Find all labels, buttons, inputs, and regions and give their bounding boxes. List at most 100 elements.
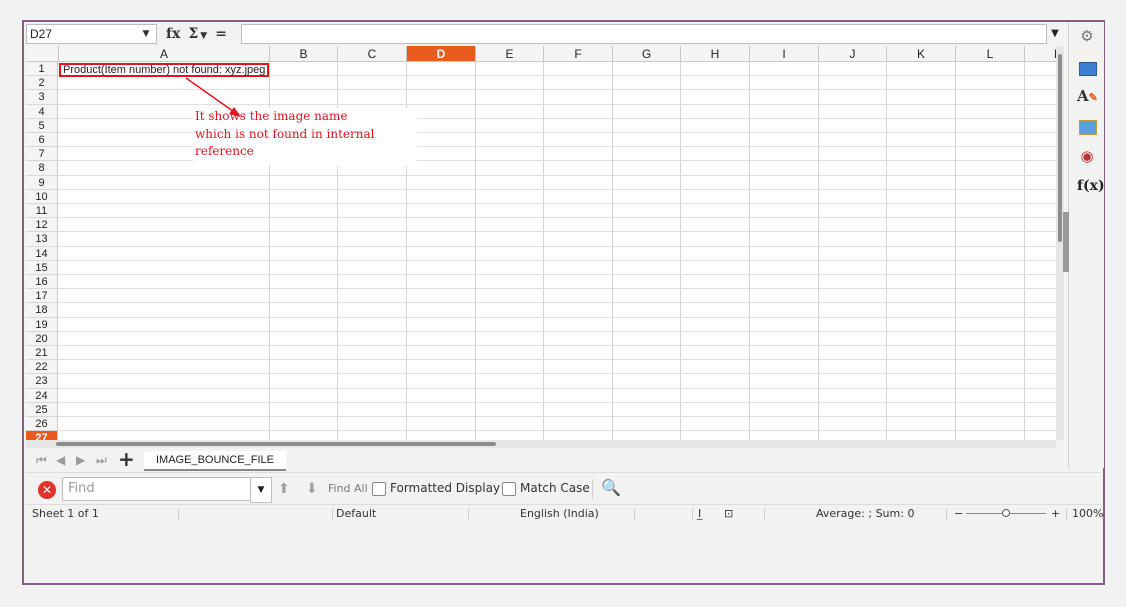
gridline <box>58 245 1056 247</box>
gridline <box>58 373 1056 375</box>
column-header-d[interactable]: D <box>407 46 476 62</box>
insert-mode-icon[interactable]: I̲ <box>698 505 701 523</box>
row-header-14[interactable]: 14 <box>26 246 58 261</box>
row-header-4[interactable]: 4 <box>26 104 58 119</box>
divider <box>468 508 469 520</box>
cell-a1[interactable]: Product(Item number) not found: xyz.jpeg <box>59 63 269 77</box>
formula-input[interactable] <box>241 24 1047 44</box>
spreadsheet-grid[interactable]: ABCDEFGHIJKLM123456789101112131415161718… <box>26 46 1056 440</box>
sum-dropdown-icon[interactable]: ▼ <box>200 31 207 41</box>
zoom-slider-knob[interactable] <box>1002 509 1010 517</box>
annotation-line: which is not found in internal <box>195 126 375 141</box>
scroll-thumb[interactable] <box>1058 54 1062 242</box>
column-header-i[interactable]: I <box>750 46 819 62</box>
row-header-15[interactable]: 15 <box>26 260 58 275</box>
chevron-down-icon[interactable]: ▼ <box>138 24 154 44</box>
zoom-in-icon[interactable]: + <box>1051 505 1060 523</box>
row-header-11[interactable]: 11 <box>26 204 58 219</box>
column-header-c[interactable]: C <box>338 46 407 62</box>
gridline <box>58 188 1056 190</box>
row-header-5[interactable]: 5 <box>26 118 58 133</box>
row-header-3[interactable]: 3 <box>26 90 58 105</box>
function-wizard-icon[interactable]: fx <box>166 26 180 42</box>
column-header-l[interactable]: L <box>956 46 1025 62</box>
annotation-line: reference <box>195 144 254 158</box>
match-case-label[interactable]: Match Case <box>520 481 590 495</box>
gear-icon[interactable]: ⚙ <box>1077 26 1097 46</box>
scroll-thumb[interactable] <box>56 442 496 446</box>
column-header-j[interactable]: J <box>819 46 887 62</box>
row-header-8[interactable]: 8 <box>26 161 58 176</box>
row-header-6[interactable]: 6 <box>26 133 58 148</box>
close-icon[interactable]: ✕ <box>38 481 56 499</box>
column-header-m[interactable]: M <box>1025 46 1056 62</box>
navigator-icon[interactable]: ◉ <box>1077 146 1097 166</box>
gallery-icon[interactable] <box>1077 116 1097 136</box>
column-header-b[interactable]: B <box>270 46 338 62</box>
row-header-23[interactable]: 23 <box>26 374 58 389</box>
annotation-arrow-icon <box>185 77 241 117</box>
row-header-20[interactable]: 20 <box>26 331 58 346</box>
row-header-7[interactable]: 7 <box>26 147 58 162</box>
prev-sheet-icon[interactable]: ◀ <box>56 450 65 470</box>
row-header-21[interactable]: 21 <box>26 346 58 361</box>
gridline <box>58 330 1056 332</box>
find-input[interactable]: Find <box>62 477 253 501</box>
add-sheet-icon[interactable]: + <box>118 448 135 470</box>
row-header-2[interactable]: 2 <box>26 76 58 91</box>
row-header-22[interactable]: 22 <box>26 360 58 375</box>
gridline <box>58 401 1056 403</box>
row-header-18[interactable]: 18 <box>26 303 58 318</box>
page-style[interactable]: Default <box>336 505 376 523</box>
language[interactable]: English (India) <box>520 505 599 523</box>
formatted-display-label[interactable]: Formatted Display <box>390 481 500 495</box>
gridline <box>58 359 1056 361</box>
selection-summary[interactable]: Average: ; Sum: 0 <box>816 505 914 523</box>
properties-icon[interactable] <box>1077 58 1097 78</box>
last-sheet-icon[interactable]: ⏭ <box>96 450 107 470</box>
styles-icon[interactable]: A✎ <box>1077 86 1098 106</box>
column-header-f[interactable]: F <box>544 46 613 62</box>
tab-image-bounce-file[interactable]: IMAGE_BOUNCE_FILE <box>144 451 286 471</box>
match-case-checkbox[interactable] <box>502 482 516 496</box>
functions-icon[interactable]: f(x) <box>1077 176 1105 196</box>
find-previous-icon[interactable]: ⬆ <box>278 481 290 497</box>
row-header-9[interactable]: 9 <box>26 175 58 190</box>
gridline <box>58 387 1056 389</box>
row-header-12[interactable]: 12 <box>26 218 58 233</box>
selection-mode-icon[interactable]: ⊡ <box>724 505 733 523</box>
formatted-display-checkbox[interactable] <box>372 482 386 496</box>
column-header-e[interactable]: E <box>476 46 544 62</box>
first-sheet-icon[interactable]: ⏮ <box>36 450 47 470</box>
chevron-down-icon[interactable]: ▼ <box>250 477 272 503</box>
sum-icon[interactable]: Σ <box>188 26 198 42</box>
row-header-16[interactable]: 16 <box>26 275 58 290</box>
column-header-h[interactable]: H <box>681 46 750 62</box>
row-header-1[interactable]: 1 <box>26 62 58 77</box>
row-header-17[interactable]: 17 <box>26 289 58 304</box>
gridline <box>58 231 1056 233</box>
row-header-27[interactable]: 27 <box>26 431 58 440</box>
sidebar-collapse-handle[interactable] <box>1063 212 1069 272</box>
row-header-19[interactable]: 19 <box>26 317 58 332</box>
row-header-24[interactable]: 24 <box>26 388 58 403</box>
row-header-26[interactable]: 26 <box>26 417 58 432</box>
find-next-icon[interactable]: ⬇ <box>306 481 318 497</box>
row-header-13[interactable]: 13 <box>26 232 58 247</box>
horizontal-scrollbar[interactable] <box>26 440 1056 448</box>
row-header-25[interactable]: 25 <box>26 402 58 417</box>
column-header-a[interactable]: A <box>59 46 270 62</box>
column-header-g[interactable]: G <box>613 46 681 62</box>
expand-formula-icon[interactable]: ▼ <box>1046 24 1064 44</box>
zoom-level[interactable]: 100% <box>1072 505 1103 523</box>
formula-tools: fx Σ ▼ = <box>166 24 235 44</box>
column-header-k[interactable]: K <box>887 46 956 62</box>
next-sheet-icon[interactable]: ▶ <box>76 450 85 470</box>
zoom-out-icon[interactable]: − <box>954 505 963 523</box>
row-header-10[interactable]: 10 <box>26 189 58 204</box>
gridline <box>58 302 1056 304</box>
formula-icon[interactable]: = <box>215 26 227 42</box>
find-replace-icon[interactable]: 🔍 <box>601 478 621 497</box>
select-all-corner[interactable] <box>26 46 59 62</box>
find-all-button[interactable]: Find All <box>328 482 368 495</box>
